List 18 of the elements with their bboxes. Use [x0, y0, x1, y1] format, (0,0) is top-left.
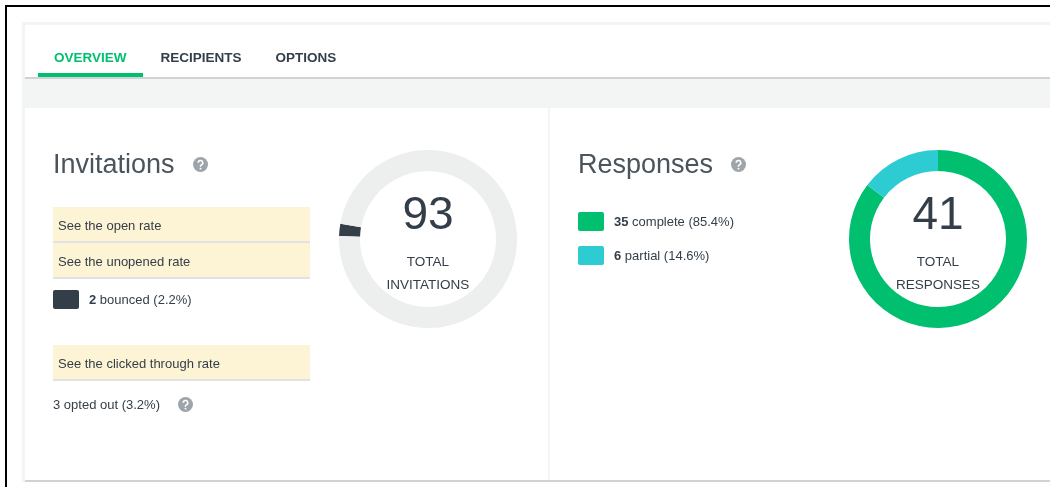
tab[interactable]: OPTIONS [259, 25, 353, 77]
total-label: TOTAL RESPONSES [895, 253, 981, 294]
total-number: 41 [912, 186, 964, 240]
rate-link[interactable]: See the open rate [53, 207, 310, 243]
section-title: Responses [578, 148, 714, 180]
legend-label: 35 complete (85.4%) [614, 213, 734, 229]
total-label: TOTAL INVITATIONS [385, 253, 471, 294]
help-icon[interactable] [731, 156, 747, 172]
rate-link[interactable]: See the unopened rate [53, 243, 310, 279]
legend-label: 6 partial (14.6%) [614, 247, 710, 263]
opted-out-text: 3 opted out (3.2%) [53, 396, 160, 412]
total-number: 93 [402, 186, 454, 240]
legend-label: 2 bounced (2.2%) [89, 291, 192, 307]
rate-link[interactable]: See the clicked through rate [53, 345, 310, 381]
section-title: Invitations [53, 148, 175, 180]
help-icon[interactable] [192, 156, 208, 172]
help-icon[interactable] [177, 396, 193, 412]
tab[interactable]: RECIPIENTS [144, 25, 258, 77]
